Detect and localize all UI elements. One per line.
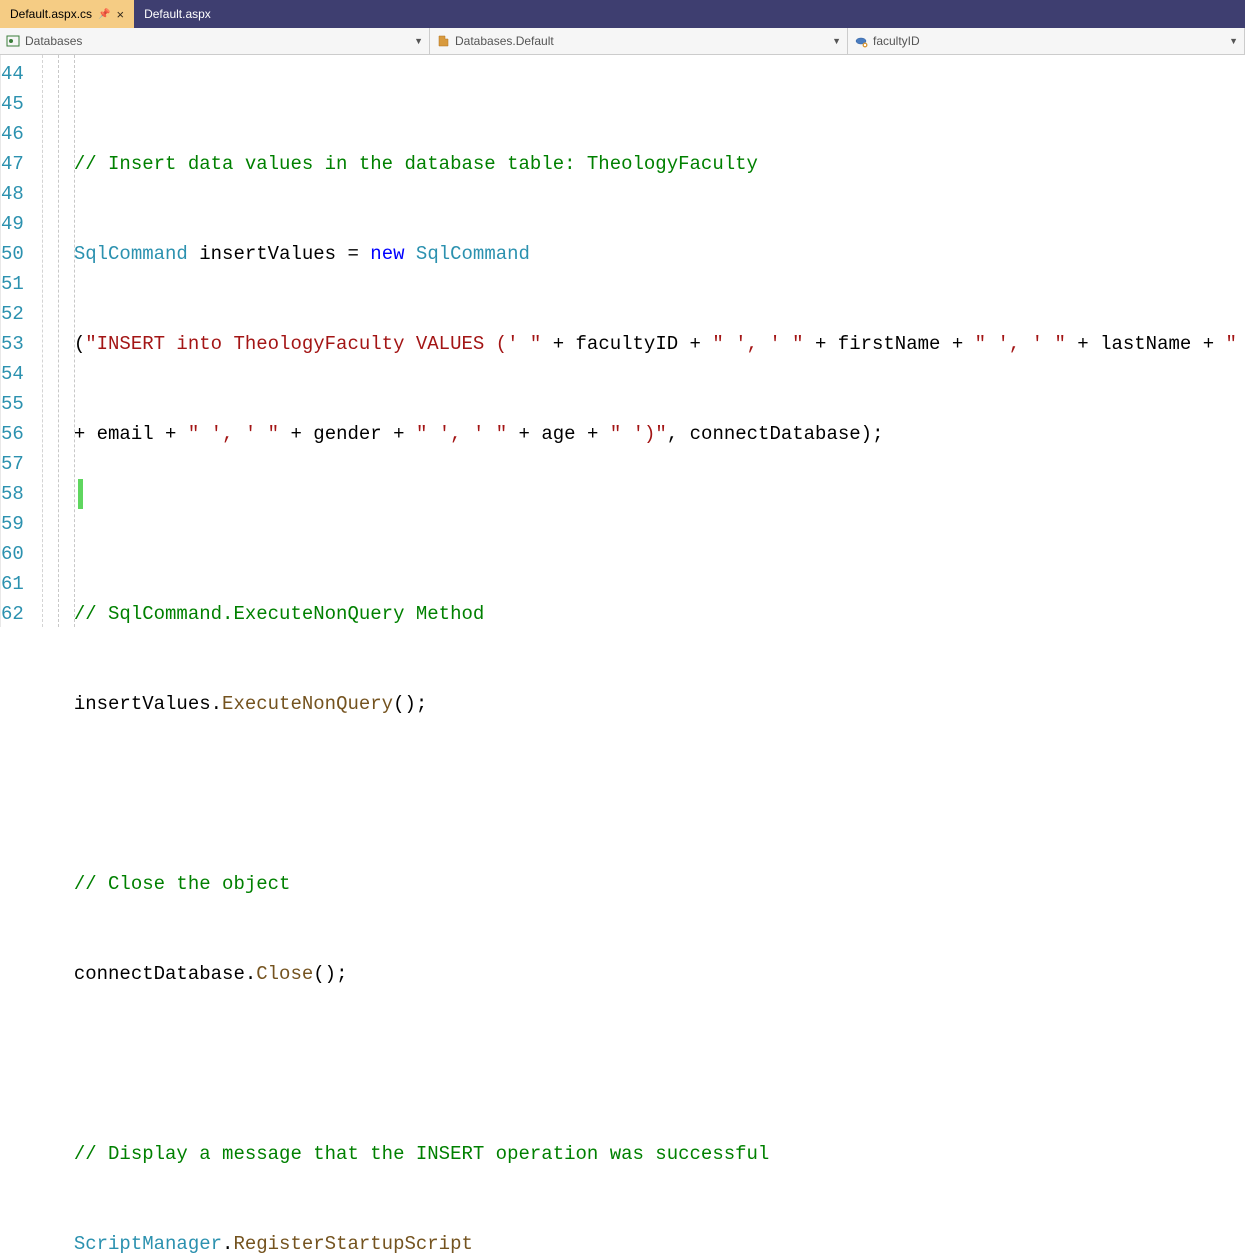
field-icon	[854, 34, 868, 48]
scope-dropdown[interactable]: Databases ▼	[0, 28, 430, 54]
line-number: 50	[1, 239, 24, 269]
variable: connectDatabase	[74, 963, 245, 985]
method-call: RegisterStartupScript	[233, 1233, 472, 1254]
line-number: 48	[1, 179, 24, 209]
line-number: 61	[1, 569, 24, 599]
line-number: 47	[1, 149, 24, 179]
line-number: 60	[1, 539, 24, 569]
line-number: 58	[1, 479, 24, 509]
tab-default-aspx[interactable]: Default.aspx	[134, 0, 221, 28]
tab-default-cs[interactable]: Default.aspx.cs 📌 ×	[0, 0, 134, 28]
variable: lastName	[1100, 333, 1191, 355]
variable: connectDatabase	[690, 423, 861, 445]
line-number: 56	[1, 419, 24, 449]
chevron-down-icon: ▼	[414, 36, 423, 46]
chevron-down-icon: ▼	[832, 36, 841, 46]
class-label: Databases.Default	[455, 34, 827, 48]
scope-label: Databases	[25, 34, 409, 48]
tab-bar: Default.aspx.cs 📌 × Default.aspx	[0, 0, 1245, 28]
tab-label: Default.aspx	[144, 7, 211, 21]
string-literal: "INSERT into TheologyFaculty VALUES (' "	[85, 333, 541, 355]
member-label: facultyID	[873, 34, 1224, 48]
type-name: SqlCommand	[405, 243, 530, 265]
line-number: 54	[1, 359, 24, 389]
line-number-gutter: 44454647484950515253545556575859606162	[1, 55, 34, 627]
class-icon	[436, 34, 450, 48]
code-comment: // Close the object	[74, 873, 291, 895]
navigation-bar: Databases ▼ Databases.Default ▼ facultyI…	[0, 28, 1245, 55]
variable: age	[541, 423, 575, 445]
variable: insertValues	[199, 243, 336, 265]
variable: facultyID	[576, 333, 679, 355]
line-number: 46	[1, 119, 24, 149]
variable: firstName	[838, 333, 941, 355]
variable: gender	[313, 423, 381, 445]
variable: email	[97, 423, 154, 445]
line-number: 45	[1, 89, 24, 119]
code-comment: // Display a message that the INSERT ope…	[74, 1143, 770, 1165]
code-content[interactable]: // Insert data values in the database ta…	[34, 55, 1245, 627]
tab-label: Default.aspx.cs	[10, 7, 92, 21]
line-number: 51	[1, 269, 24, 299]
code-editor[interactable]: 44454647484950515253545556575859606162 /…	[0, 55, 1245, 627]
pin-icon[interactable]: 📌	[98, 9, 110, 20]
line-number: 44	[1, 59, 24, 89]
line-number: 55	[1, 389, 24, 419]
method-call: ExecuteNonQuery	[222, 693, 393, 715]
line-number: 53	[1, 329, 24, 359]
close-icon[interactable]: ×	[117, 7, 125, 22]
code-comment: // SqlCommand.ExecuteNonQuery Method	[74, 603, 484, 625]
type-name: ScriptManager	[74, 1233, 222, 1254]
line-number: 52	[1, 299, 24, 329]
variable: insertValues	[74, 693, 211, 715]
code-comment: // Insert data values in the database ta…	[74, 153, 758, 175]
type-name: SqlCommand	[74, 243, 188, 265]
line-number: 59	[1, 509, 24, 539]
member-dropdown[interactable]: facultyID ▼	[848, 28, 1245, 54]
chevron-down-icon: ▼	[1229, 36, 1238, 46]
line-number: 49	[1, 209, 24, 239]
project-icon	[6, 34, 20, 48]
line-number: 57	[1, 449, 24, 479]
keyword: new	[370, 243, 404, 265]
line-number: 62	[1, 599, 24, 629]
method-call: Close	[256, 963, 313, 985]
class-dropdown[interactable]: Databases.Default ▼	[430, 28, 848, 54]
